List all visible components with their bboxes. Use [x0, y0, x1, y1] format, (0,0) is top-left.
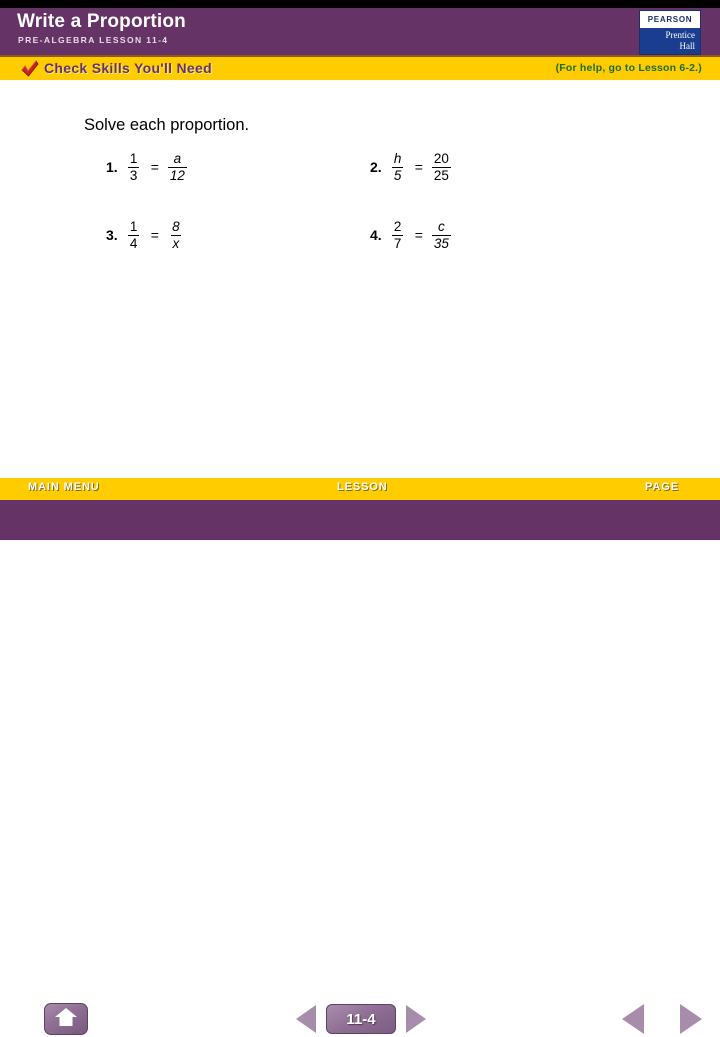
problem-4-right-fraction: c 35 [431, 219, 451, 251]
problem-4-left-denominator: 7 [391, 234, 404, 251]
top-black-strip [0, 0, 720, 8]
instruction-prompt: Solve each proportion. [84, 116, 250, 134]
problem-4-left-fraction: 2 7 [390, 220, 406, 250]
problem-2-equals: = [414, 159, 423, 175]
prentice-hall-wordmark: Prentice Hall [640, 28, 700, 54]
pearson-wordmark: PEARSON [640, 11, 700, 28]
problem-1-equals: = [150, 159, 159, 175]
next-page-arrow-icon[interactable] [680, 1004, 702, 1034]
lesson-navigation: 11-4 [296, 1001, 426, 1037]
problem-item-2: 2. h 5 = 20 25 [370, 152, 451, 182]
problem-3-left-denominator: 4 [127, 234, 140, 251]
nav-control-bar: 11-4 [0, 500, 720, 1035]
problem-item-4: 4. 2 7 = c 35 [370, 220, 451, 250]
previous-lesson-arrow-icon[interactable] [296, 1005, 316, 1033]
problem-4-right-denominator: 35 [431, 234, 451, 251]
problem-number-3: 3. [106, 227, 118, 243]
problem-2-right-numerator: 20 [433, 151, 449, 166]
problem-1-right-fraction: a 12 [167, 151, 187, 183]
problem-4-left-numerator: 2 [393, 219, 402, 234]
slide-body: Solve each proportion. 1. 1 3 = a 12 2. … [0, 80, 720, 478]
main-menu-home-button[interactable] [44, 1003, 88, 1035]
check-mark-icon [20, 60, 40, 78]
problem-2-left-numerator: h [393, 151, 402, 166]
problem-4-equals: = [414, 227, 423, 243]
page-title: Write a Proportion [17, 11, 186, 32]
problem-1-left-denominator: 3 [127, 166, 140, 183]
problem-item-1: 1. 1 3 = a 12 [106, 152, 187, 182]
problem-2-left-denominator: 5 [391, 166, 404, 183]
next-lesson-arrow-icon[interactable] [406, 1005, 426, 1033]
problem-2-left-fraction: h 5 [390, 152, 406, 182]
problem-number-1: 1. [106, 159, 118, 175]
pearson-prentice-hall-logo: PEARSON Prentice Hall [639, 10, 701, 55]
pearson-wordmark-text: PEARSON [647, 15, 693, 24]
problem-1-left-fraction: 1 3 [126, 152, 142, 182]
problem-3-right-fraction: 8 x [168, 220, 184, 250]
lesson-number-button[interactable]: 11-4 [326, 1004, 396, 1034]
problem-3-left-numerator: 1 [129, 219, 138, 234]
problem-1-right-denominator: 12 [167, 166, 187, 183]
home-icon [54, 1006, 78, 1033]
slide-root: Write a Proportion PRE-ALGEBRA LESSON 11… [0, 0, 720, 1035]
problem-3-right-numerator: 8 [172, 219, 180, 234]
page-navigation [622, 1003, 702, 1035]
prentice-hall-line1: Prentice [665, 30, 696, 40]
help-reference-note: (For help, go to Lesson 6-2.) [555, 62, 702, 74]
problem-3-right-denominator: x [170, 234, 182, 251]
slide-header: Write a Proportion PRE-ALGEBRA LESSON 11… [0, 8, 720, 55]
problem-3-equals: = [150, 227, 159, 243]
problem-number-4: 4. [370, 227, 382, 243]
check-skills-label: Check Skills You'll Need [44, 60, 212, 76]
problem-4-right-numerator: c [438, 219, 445, 234]
problem-number-2: 2. [370, 159, 382, 175]
problem-2-right-denominator: 25 [431, 166, 451, 183]
check-skills-banner: Check Skills You'll Need (For help, go t… [0, 57, 720, 80]
nav-label-bar: MAIN MENU LESSON PAGE [0, 478, 720, 500]
problem-1-right-numerator: a [173, 151, 182, 166]
lesson-label: LESSON [337, 481, 388, 493]
page-label: PAGE [645, 481, 679, 493]
problem-item-3: 3. 1 4 = 8 x [106, 220, 184, 250]
main-menu-label: MAIN MENU [28, 481, 100, 493]
problem-1-left-numerator: 1 [129, 151, 138, 166]
problem-3-left-fraction: 1 4 [126, 220, 142, 250]
problem-2-right-fraction: 20 25 [431, 151, 451, 183]
previous-page-arrow-icon[interactable] [622, 1004, 644, 1034]
prentice-hall-line2: Hall [679, 41, 696, 51]
lesson-subtitle: PRE-ALGEBRA LESSON 11-4 [18, 35, 169, 45]
